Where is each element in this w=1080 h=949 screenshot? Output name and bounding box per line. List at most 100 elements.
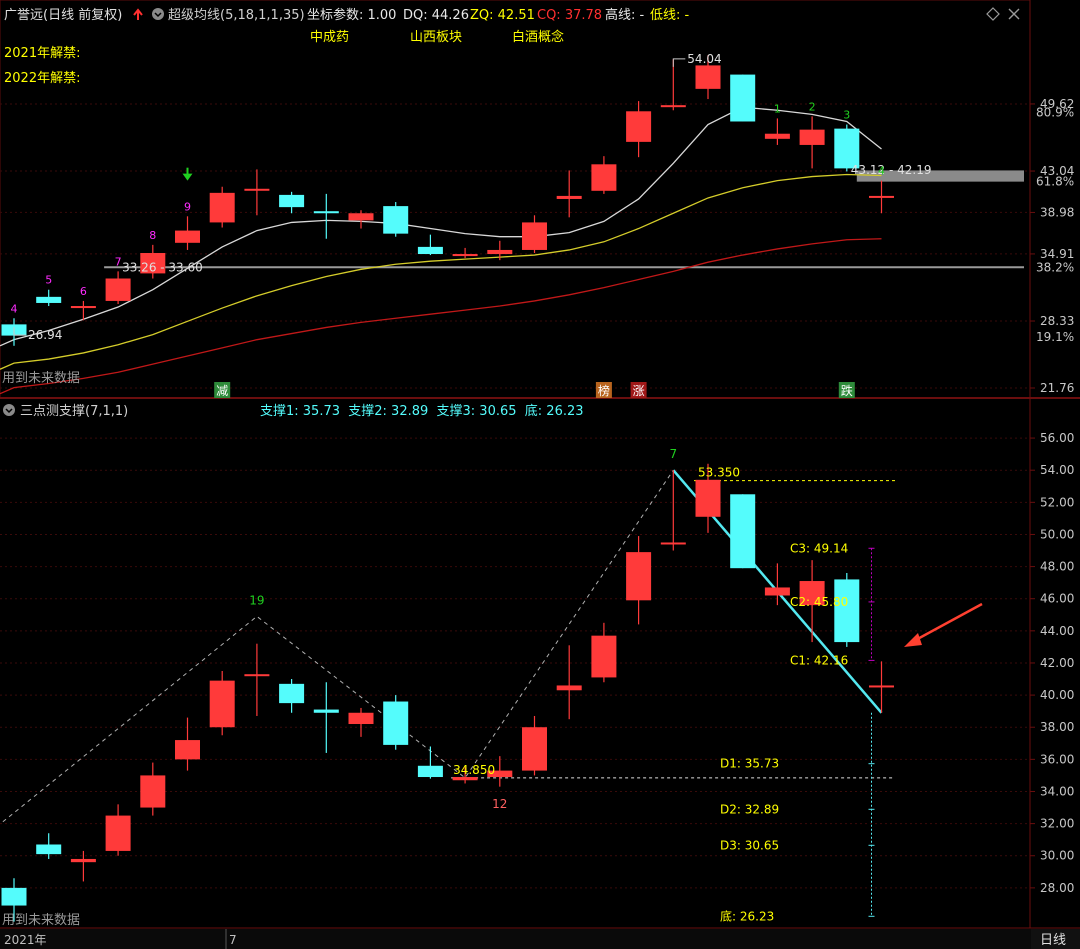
candle-body <box>279 683 305 704</box>
level-label: 34.850 <box>453 763 495 777</box>
y-tick-label: 44.00 <box>1040 624 1074 638</box>
buy-arrow-icon <box>182 173 193 181</box>
candle-body <box>591 164 617 191</box>
candle-body <box>70 858 96 863</box>
candle-body <box>70 306 96 309</box>
count-label: 4 <box>11 302 18 315</box>
period-button[interactable]: 日线 <box>1040 933 1066 948</box>
y-tick-label: 36.00 <box>1040 752 1074 766</box>
candle-body <box>36 296 62 303</box>
footer-year: 2021年 <box>4 933 47 947</box>
candle-body <box>799 129 825 145</box>
pct-tick-label: 19.1% <box>1036 330 1074 344</box>
candle-body <box>695 65 721 89</box>
y-tick-label: 28.00 <box>1040 881 1074 895</box>
event-tag-label: 榜 <box>598 383 610 398</box>
ma-white-line <box>0 106 882 347</box>
candle-body <box>695 479 721 517</box>
candle-body <box>417 246 443 255</box>
unlock-2021: 2021年解禁: <box>4 46 80 61</box>
candle-body <box>383 701 409 745</box>
event-tag-label: 减 <box>216 384 228 398</box>
d-level-label: D1: 35.73 <box>720 757 779 771</box>
settings-circle-icon[interactable] <box>152 8 164 20</box>
tag-chinese-medicine: 中成药 <box>310 30 349 45</box>
lower-y-axis: 56.00 54.00 52.00 50.00 48.00 46.00 44.00 42.00… <box>1030 431 1074 895</box>
count-label: 7 <box>115 255 122 268</box>
y-tick-label: 28.33 <box>1040 314 1074 328</box>
candle-body <box>1 887 27 906</box>
lower-header: 三点测支撑(7,1,1) 支撑1: 35.73 支撑2: 32.89 支撑3: … <box>2 403 584 928</box>
coord-param: 坐标参数: 1.00 <box>307 7 396 23</box>
lower-future-note: 用到未来数据 <box>2 913 80 928</box>
candle-body <box>175 740 200 760</box>
low-line: 低线: - <box>650 8 690 23</box>
price-annotation: 54.04 <box>687 52 721 66</box>
high-line: 高线: - <box>605 7 645 23</box>
upper-annotations: 26.9433.26 - 33.6054.0443.12 - 42.194567… <box>11 52 932 342</box>
pointer-line <box>672 58 686 67</box>
stock-title[interactable]: 广誉远(日线 前复权) <box>4 7 122 23</box>
y-tick-label: 56.00 <box>1040 431 1074 445</box>
d-level-label: D2: 32.89 <box>720 802 779 816</box>
candle-body <box>834 579 860 643</box>
c-level-label: C2: 45.80 <box>790 595 848 609</box>
candle-body <box>279 194 305 208</box>
candle-body <box>383 206 409 234</box>
price-annotation: 33.26 - 33.60 <box>122 260 203 274</box>
candle-body <box>626 552 652 601</box>
zigzag-label: 12 <box>492 797 507 811</box>
candle-body <box>175 230 200 243</box>
future-data-note: 用到未来数据 <box>2 371 80 386</box>
count-label: 2 <box>809 100 816 113</box>
diamond-icon[interactable] <box>986 7 1000 21</box>
settings-circle-icon[interactable] <box>3 404 15 416</box>
candle-body <box>244 674 270 677</box>
lower-annotations: 19 12 7 53.350 34.850 C3: 49.14 C2: 45.80 C1: 4… <box>249 447 848 923</box>
close-icon[interactable] <box>1008 8 1020 20</box>
count-label: 6 <box>80 285 87 298</box>
count-label: 1 <box>774 102 781 115</box>
candle-body <box>626 111 652 142</box>
candle-body <box>140 775 166 808</box>
candle-body <box>591 635 617 678</box>
count-label: 9 <box>184 200 191 213</box>
y-tick-label: 21.76 <box>1040 381 1074 395</box>
candle-body <box>209 680 235 728</box>
d-level-label: D3: 30.65 <box>720 838 779 852</box>
cq-value: CQ: 37.78 <box>537 8 602 23</box>
candle-body <box>105 815 131 851</box>
tag-shanxi: 山西板块 <box>410 30 462 45</box>
upper-header: 广誉远(日线 前复权) 超级均线(5,18,1,1,35) 坐标参数: 1.00… <box>2 7 1020 386</box>
candle-body <box>869 195 894 198</box>
candle-body <box>522 727 547 771</box>
candle-body <box>764 133 790 139</box>
lower-grid <box>0 437 1030 889</box>
pct-tick-label: 80.9% <box>1036 105 1074 119</box>
candle-body <box>36 844 62 855</box>
zq-value: ZQ: 42.51 <box>470 8 535 23</box>
candle-body <box>556 195 582 199</box>
stock-chart[interactable]: 26.9433.26 - 33.6054.0443.12 - 42.194567… <box>0 0 1080 949</box>
indicator-name[interactable]: 超级均线(5,18,1,1,35) <box>168 8 305 23</box>
event-tag-label: 跌 <box>841 383 853 398</box>
candle-body <box>660 105 686 108</box>
y-tick-label: 50.00 <box>1040 527 1074 541</box>
upper-y-axis: 49.6243.0438.9834.9128.3321.7680.9%61.8%… <box>1030 97 1074 395</box>
candle-body <box>348 213 374 221</box>
candle-body <box>730 74 756 122</box>
support-values: 支撑1: 35.73 支撑2: 32.89 支撑3: 30.65 底: 26.2… <box>260 403 584 419</box>
c-level-label: C3: 49.14 <box>790 541 848 555</box>
count-label: 8 <box>149 229 156 242</box>
lower-indicator-name[interactable]: 三点测支撑(7,1,1) <box>20 404 128 419</box>
footer-bar <box>0 929 1080 949</box>
y-tick-label: 34.00 <box>1040 784 1074 798</box>
zigzag-label: 19 <box>249 593 264 607</box>
c-level-label: C1: 42.16 <box>790 653 848 667</box>
candle-body <box>244 188 270 191</box>
count-label: 4 <box>878 165 885 178</box>
upper-panel-frame <box>0 0 1031 399</box>
y-tick-label: 46.00 <box>1040 592 1074 606</box>
pct-tick-label: 38.2% <box>1036 260 1074 274</box>
candle-body <box>209 192 235 223</box>
